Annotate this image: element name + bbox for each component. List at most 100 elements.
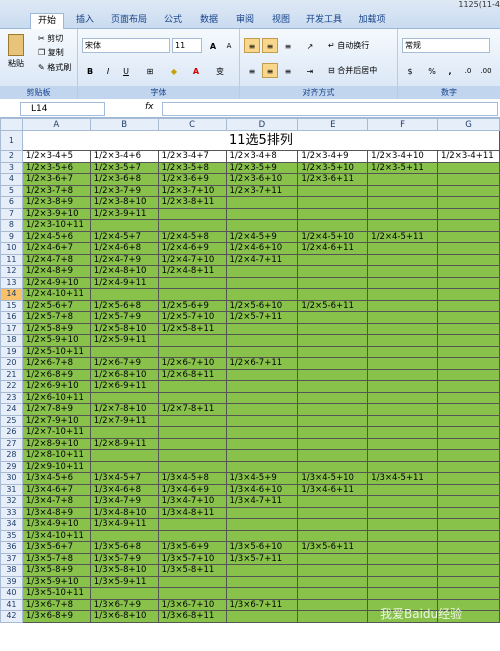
row-header[interactable]: 38 [0, 564, 23, 577]
cell[interactable] [225, 564, 299, 577]
cell[interactable] [225, 426, 299, 439]
cell[interactable]: 1/3×5-6+7 [21, 541, 91, 554]
cell[interactable] [437, 253, 500, 266]
row-header[interactable]: 9 [0, 230, 23, 243]
cell[interactable] [437, 391, 500, 404]
cell[interactable]: 1/3×4-7+9 [89, 495, 159, 508]
italic-button[interactable]: I [100, 63, 116, 78]
cell[interactable] [297, 598, 369, 611]
row-header[interactable]: 11 [0, 253, 23, 266]
cell[interactable] [225, 380, 299, 393]
cell[interactable] [437, 242, 500, 255]
cell[interactable]: 1/2×4-10+11 [21, 288, 91, 301]
cell[interactable]: 1/2×6-7+11 [225, 357, 299, 370]
cell[interactable] [297, 426, 369, 439]
cell[interactable] [437, 575, 500, 588]
name-box[interactable]: L14 [20, 102, 105, 116]
cell[interactable]: 1/3×4-5+10 [297, 472, 369, 485]
cell[interactable]: 1/3×5-6+9 [157, 541, 227, 554]
cell[interactable] [225, 460, 299, 473]
select-all-corner[interactable] [0, 118, 23, 131]
cell[interactable]: 1/3×4-5+9 [225, 472, 299, 485]
cell[interactable] [297, 575, 369, 588]
cell[interactable]: 1/3×5-9+10 [21, 575, 91, 588]
cell[interactable] [297, 184, 369, 197]
cell[interactable] [297, 495, 369, 508]
column-header-g[interactable]: G [437, 118, 500, 131]
cell[interactable] [367, 587, 439, 600]
cell[interactable]: 1/2×5-6+9 [157, 299, 227, 312]
tab-view[interactable]: 视图 [266, 13, 296, 29]
cell[interactable] [367, 207, 439, 220]
cell[interactable] [89, 345, 159, 358]
cell[interactable] [225, 391, 299, 404]
cell[interactable] [225, 437, 299, 450]
row-header[interactable]: 42 [0, 610, 23, 623]
cell[interactable]: 1/2×4-7+10 [157, 253, 227, 266]
cell[interactable] [297, 380, 369, 393]
column-header-b[interactable]: B [89, 118, 159, 131]
cell[interactable] [157, 334, 227, 347]
cell[interactable]: 1/2×4-6+9 [157, 242, 227, 255]
cell[interactable] [225, 529, 299, 542]
cell[interactable] [297, 437, 369, 450]
cell[interactable] [225, 518, 299, 531]
row-header[interactable]: 29 [0, 460, 23, 473]
cell[interactable]: 1/3×4-6+8 [89, 483, 159, 496]
cell[interactable] [367, 311, 439, 324]
cell[interactable]: 1/2×5-8+9 [21, 322, 91, 335]
cell[interactable] [157, 391, 227, 404]
cell[interactable]: 1/2×6-8+11 [157, 368, 227, 381]
cell[interactable] [367, 242, 439, 255]
align-top-icon[interactable]: ≡ [244, 38, 260, 53]
cell[interactable]: 1/3×5-7+9 [89, 552, 159, 565]
cell[interactable]: 1/2×6-9+10 [21, 380, 91, 393]
cell[interactable] [437, 564, 500, 577]
cell[interactable] [437, 587, 500, 600]
cell[interactable]: 1/2×3-5+8 [157, 161, 227, 174]
tab-review[interactable]: 审阅 [230, 13, 260, 29]
cell[interactable]: 1/2×3-5+6 [21, 161, 91, 174]
cell[interactable] [297, 276, 369, 289]
cell[interactable]: 1/2×3-7+8 [21, 184, 91, 197]
cell[interactable]: 1/2×7-9+10 [21, 414, 91, 427]
cell[interactable]: 1/2×4-6+8 [89, 242, 159, 255]
cell[interactable] [437, 449, 500, 462]
cell[interactable]: 1/3×6-7+8 [21, 598, 91, 611]
cell[interactable] [367, 403, 439, 416]
cell[interactable] [437, 380, 500, 393]
row-header[interactable]: 17 [0, 322, 23, 335]
cell[interactable] [437, 288, 500, 301]
cell[interactable] [367, 184, 439, 197]
cell[interactable] [297, 288, 369, 301]
cell[interactable]: 1/3×5-6+10 [225, 541, 299, 554]
row-header[interactable]: 39 [0, 575, 23, 588]
cell[interactable]: 1/2×3-4+6 [89, 150, 159, 163]
cell[interactable]: 1/2×4-8+10 [89, 265, 159, 278]
row-header[interactable]: 30 [0, 472, 23, 485]
cell[interactable] [297, 253, 369, 266]
row-header[interactable]: 33 [0, 506, 23, 519]
insert-function-button[interactable]: fx [145, 102, 154, 112]
cell[interactable] [157, 288, 227, 301]
cell[interactable] [297, 414, 369, 427]
cell[interactable]: 1/2×3-6+10 [225, 173, 299, 186]
cell[interactable]: 1/3×4-5+8 [157, 472, 227, 485]
merge-center-button[interactable]: ⊟ 合并后居中 [328, 65, 377, 77]
cell[interactable] [157, 460, 227, 473]
cell[interactable]: 1/3×4-7+8 [21, 495, 91, 508]
cell[interactable] [437, 437, 500, 450]
cell[interactable]: 1/2×3-6+11 [297, 173, 369, 186]
cell[interactable]: 1/2×5-6+11 [297, 299, 369, 312]
row-header[interactable]: 20 [0, 357, 23, 370]
paste-button[interactable]: 粘贴 [8, 58, 24, 70]
cell[interactable]: 1/2×5-6+10 [225, 299, 299, 312]
cell[interactable] [367, 575, 439, 588]
cell[interactable]: 1/2×4-5+9 [225, 230, 299, 243]
row-header[interactable]: 21 [0, 368, 23, 381]
cell[interactable]: 1/3×4-9+10 [21, 518, 91, 531]
cell[interactable]: 1/3×6-8+11 [157, 610, 227, 623]
cell[interactable] [367, 437, 439, 450]
cell[interactable]: 1/2×8-10+11 [21, 449, 91, 462]
cell[interactable] [437, 518, 500, 531]
